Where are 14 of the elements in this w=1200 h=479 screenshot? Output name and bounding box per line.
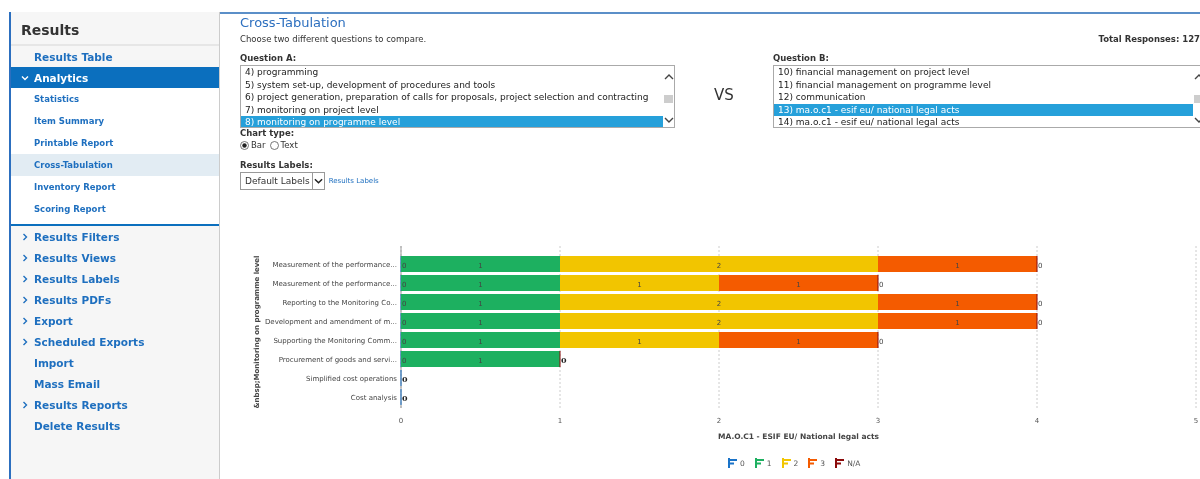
radio-label: Bar — [251, 140, 266, 150]
question-a-label: Question A: — [240, 53, 298, 63]
sidebar-title: Results — [11, 12, 219, 46]
chart-type-label: Chart type: — [240, 128, 296, 138]
question-b-label: Question B: — [773, 53, 830, 63]
results-labels-label: Results Labels: — [240, 160, 314, 170]
data-label: 0 — [402, 374, 408, 384]
page-title: Cross-Tabulation — [240, 15, 347, 31]
instructions: Choose two different questions to compare. — [240, 34, 427, 44]
data-label: 0 — [561, 355, 567, 365]
vs-label: VS — [713, 86, 735, 106]
data-label: 0 — [402, 393, 408, 403]
radio-label: Text — [280, 140, 298, 150]
total-responses: Total Responses: 127 — [1098, 34, 1200, 44]
